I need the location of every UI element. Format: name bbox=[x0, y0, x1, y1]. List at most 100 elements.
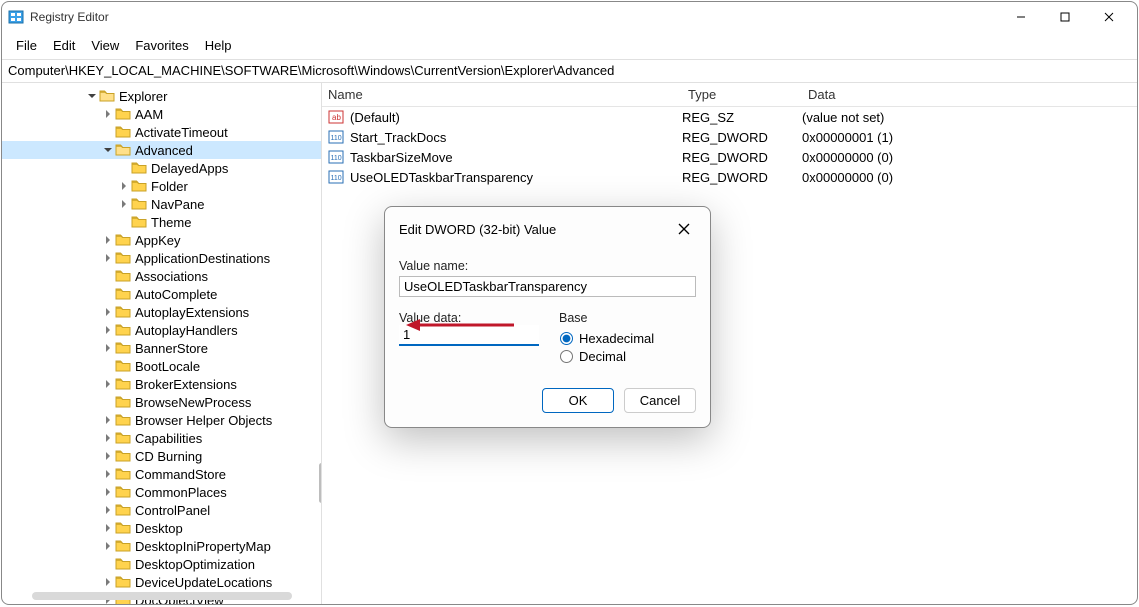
tree-node-capabilities[interactable]: Capabilities bbox=[2, 429, 321, 447]
value-data: 0x00000000 (0) bbox=[802, 170, 1137, 185]
menu-edit[interactable]: Edit bbox=[45, 34, 83, 57]
tree-caret-icon[interactable] bbox=[102, 304, 114, 320]
tree-panel[interactable]: Explorer AAM ActivateTimeout Advanced De… bbox=[2, 83, 322, 604]
tree-node-autoplayhandlers[interactable]: AutoplayHandlers bbox=[2, 321, 321, 339]
folder-icon bbox=[115, 359, 131, 373]
tree-node-label: Browser Helper Objects bbox=[135, 413, 272, 428]
menu-file[interactable]: File bbox=[8, 34, 45, 57]
tree-node-advanced[interactable]: Advanced bbox=[2, 141, 321, 159]
tree-node-controlpanel[interactable]: ControlPanel bbox=[2, 501, 321, 519]
tree-node-deviceupdatelocations[interactable]: DeviceUpdateLocations bbox=[2, 573, 321, 591]
tree-node-autoplayextensions[interactable]: AutoplayExtensions bbox=[2, 303, 321, 321]
value-name-input[interactable] bbox=[399, 276, 696, 297]
cancel-button[interactable]: Cancel bbox=[624, 388, 696, 413]
folder-icon bbox=[115, 431, 131, 445]
tree-caret-icon[interactable] bbox=[102, 376, 114, 392]
tree-node-label: DesktopIniPropertyMap bbox=[135, 539, 271, 554]
tree-node-bannerstore[interactable]: BannerStore bbox=[2, 339, 321, 357]
radio-decimal-input[interactable] bbox=[560, 350, 573, 363]
folder-icon bbox=[115, 449, 131, 463]
tree-node-label: AutoComplete bbox=[135, 287, 217, 302]
tree-caret-icon[interactable] bbox=[102, 250, 114, 266]
close-button[interactable] bbox=[1087, 3, 1131, 31]
tree-caret-icon[interactable] bbox=[118, 196, 130, 212]
tree-caret-icon[interactable] bbox=[102, 430, 114, 446]
value-name: (Default) bbox=[350, 110, 400, 125]
tree-node-theme[interactable]: Theme bbox=[2, 213, 321, 231]
registry-editor-window: Registry Editor File Edit View Favorites… bbox=[1, 1, 1138, 605]
folder-icon bbox=[115, 125, 131, 139]
tree-caret-icon[interactable] bbox=[118, 178, 130, 194]
tree-caret-icon[interactable] bbox=[102, 520, 114, 536]
dword-value-icon: 110 bbox=[328, 170, 344, 184]
menu-view[interactable]: View bbox=[83, 34, 127, 57]
tree-node-browsenewprocess[interactable]: BrowseNewProcess bbox=[2, 393, 321, 411]
value-row[interactable]: 110TaskbarSizeMove REG_DWORD 0x00000000 … bbox=[322, 147, 1137, 167]
tree-caret-icon[interactable] bbox=[102, 142, 114, 158]
value-type: REG_DWORD bbox=[682, 170, 802, 185]
column-name[interactable]: Name bbox=[322, 83, 682, 106]
tree-node-label: AAM bbox=[135, 107, 163, 122]
tree-caret-icon[interactable] bbox=[102, 484, 114, 500]
tree-node-cd-burning[interactable]: CD Burning bbox=[2, 447, 321, 465]
folder-icon bbox=[115, 557, 131, 571]
tree-node-navpane[interactable]: NavPane bbox=[2, 195, 321, 213]
dialog-close-button[interactable] bbox=[670, 217, 698, 241]
tree-caret-icon[interactable] bbox=[102, 412, 114, 428]
column-type[interactable]: Type bbox=[682, 83, 802, 106]
tree-node-explorer[interactable]: Explorer bbox=[2, 87, 321, 105]
horizontal-scrollbar[interactable] bbox=[32, 592, 292, 600]
value-type: REG_DWORD bbox=[682, 150, 802, 165]
ok-button[interactable]: OK bbox=[542, 388, 614, 413]
folder-icon bbox=[115, 323, 131, 337]
minimize-button[interactable] bbox=[999, 3, 1043, 31]
tree-caret-icon[interactable] bbox=[102, 574, 114, 590]
tree-node-applicationdestinations[interactable]: ApplicationDestinations bbox=[2, 249, 321, 267]
app-title: Registry Editor bbox=[30, 10, 109, 24]
tree-node-desktop[interactable]: Desktop bbox=[2, 519, 321, 537]
string-value-icon: ab bbox=[328, 110, 344, 124]
tree-node-brokerextensions[interactable]: BrokerExtensions bbox=[2, 375, 321, 393]
radio-decimal[interactable]: Decimal bbox=[560, 349, 695, 364]
tree-node-browser-helper-objects[interactable]: Browser Helper Objects bbox=[2, 411, 321, 429]
tree-caret-icon[interactable] bbox=[102, 340, 114, 356]
tree-node-desktopoptimization[interactable]: DesktopOptimization bbox=[2, 555, 321, 573]
tree-node-folder[interactable]: Folder bbox=[2, 177, 321, 195]
value-row[interactable]: ab(Default) REG_SZ (value not set) bbox=[322, 107, 1137, 127]
radio-hexadecimal-label: Hexadecimal bbox=[579, 331, 654, 346]
tree-node-commandstore[interactable]: CommandStore bbox=[2, 465, 321, 483]
tree-node-autocomplete[interactable]: AutoComplete bbox=[2, 285, 321, 303]
maximize-button[interactable] bbox=[1043, 3, 1087, 31]
tree-caret-icon[interactable] bbox=[102, 466, 114, 482]
tree-node-appkey[interactable]: AppKey bbox=[2, 231, 321, 249]
value-row[interactable]: 110Start_TrackDocs REG_DWORD 0x00000001 … bbox=[322, 127, 1137, 147]
tree-node-commonplaces[interactable]: CommonPlaces bbox=[2, 483, 321, 501]
radio-hexadecimal[interactable]: Hexadecimal bbox=[560, 331, 695, 346]
address-bar[interactable]: Computer\HKEY_LOCAL_MACHINE\SOFTWARE\Mic… bbox=[2, 59, 1137, 83]
tree-node-desktopinipropertymap[interactable]: DesktopIniPropertyMap bbox=[2, 537, 321, 555]
tree-caret-icon[interactable] bbox=[102, 448, 114, 464]
tree-caret-icon[interactable] bbox=[102, 538, 114, 554]
tree-caret-icon[interactable] bbox=[102, 106, 114, 122]
menu-favorites[interactable]: Favorites bbox=[127, 34, 196, 57]
value-data-input[interactable] bbox=[399, 325, 539, 346]
tree-node-associations[interactable]: Associations bbox=[2, 267, 321, 285]
tree-caret-icon[interactable] bbox=[102, 232, 114, 248]
tree-caret-icon[interactable] bbox=[86, 88, 98, 104]
menu-help[interactable]: Help bbox=[197, 34, 240, 57]
tree-node-aam[interactable]: AAM bbox=[2, 105, 321, 123]
radio-hexadecimal-input[interactable] bbox=[560, 332, 573, 345]
column-data[interactable]: Data bbox=[802, 83, 1137, 106]
value-data: (value not set) bbox=[802, 110, 1137, 125]
tree-caret-icon[interactable] bbox=[102, 322, 114, 338]
tree-caret-icon[interactable] bbox=[102, 502, 114, 518]
tree-node-delayedapps[interactable]: DelayedApps bbox=[2, 159, 321, 177]
dword-value-icon: 110 bbox=[328, 150, 344, 164]
tree-node-activatetimeout[interactable]: ActivateTimeout bbox=[2, 123, 321, 141]
tree-node-label: BannerStore bbox=[135, 341, 208, 356]
tree-node-bootlocale[interactable]: BootLocale bbox=[2, 357, 321, 375]
tree-node-label: Folder bbox=[151, 179, 188, 194]
tree-node-label: Desktop bbox=[135, 521, 183, 536]
value-row[interactable]: 110UseOLEDTaskbarTransparency REG_DWORD … bbox=[322, 167, 1137, 187]
list-header[interactable]: Name Type Data bbox=[322, 83, 1137, 107]
